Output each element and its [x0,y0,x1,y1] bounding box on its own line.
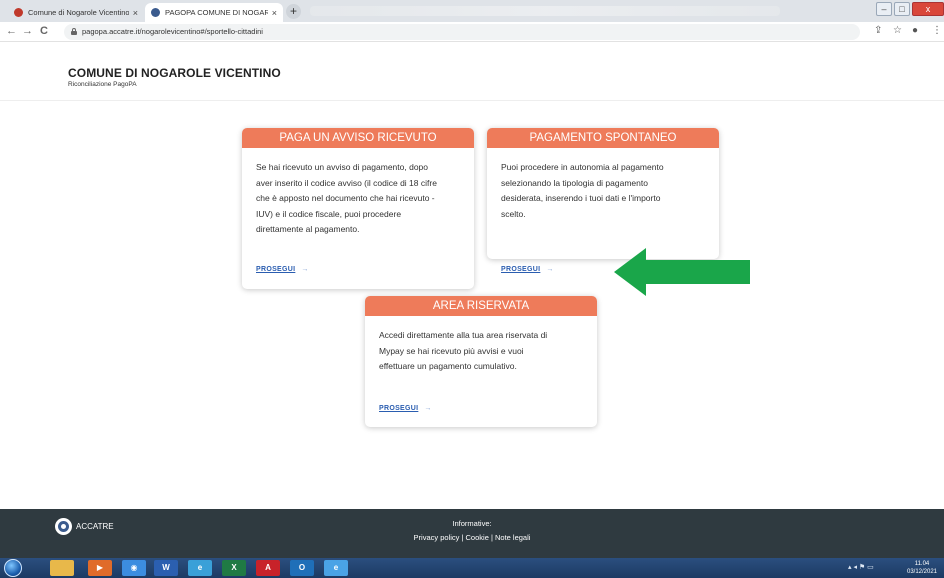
site-header: COMUNE DI NOGAROLE VICENTINO Riconciliaz… [0,43,944,101]
lock-icon[interactable] [71,28,77,35]
close-window-button[interactable]: x [912,2,944,16]
reload-icon[interactable]: C [40,25,48,37]
prosegui-label: PROSEGUI [501,266,541,273]
clock-date: 03/12/2021 [906,569,938,575]
browser-tab-bar: Comune di Nogarole Vicentino × PAGOPA CO… [0,0,944,22]
card-line: selezionando la tipologia di pagamento [501,177,648,188]
tab-close-icon[interactable]: × [272,8,277,18]
taskbar-word-icon[interactable]: W [154,560,178,576]
tab-favicon-icon [151,8,160,17]
arrow-right-icon: → [546,266,554,273]
page-subtitle: Riconciliazione PagoPA [68,81,137,88]
taskbar-chrome-icon[interactable]: ◉ [122,560,146,576]
card-title: PAGA UN AVVISO RICEVUTO [242,128,474,148]
taskbar: ▶ ◉ We X A Oe ▴ ◂ ⚑ ▭ 11.04 03/12/2021 [0,558,944,578]
profile-icon[interactable]: ● [912,25,918,36]
note-legali-link[interactable]: Note legali [495,533,530,542]
prosegui-label: PROSEGUI [379,405,419,412]
maximize-button[interactable]: □ [894,2,910,16]
card-description: Puoi procedere in autonomia al pagamento… [487,148,719,222]
start-button[interactable] [4,559,22,577]
blurred-bookmarks [310,6,780,16]
card-line: aver inserito il codice avviso (il codic… [256,177,437,188]
address-bar: ← → C pagopa.accatre.it/nogarolevicentin… [0,22,944,42]
new-tab-button[interactable]: + [286,4,301,19]
card-description: Accedi direttamente alla tua area riserv… [365,316,597,375]
taskbar-outlook-icon[interactable]: O [290,560,314,576]
taskbar-ie-icon[interactable]: e [188,560,212,576]
prosegui-link[interactable]: PROSEGUI → [379,405,432,412]
site-footer: ACCATRE Informative: Privacy policy | Co… [0,509,944,558]
arrow-right-icon: → [301,266,309,273]
taskbar-explorer-icon[interactable] [50,560,74,576]
taskbar-acrobat-icon[interactable]: A [256,560,280,576]
card-title: PAGAMENTO SPONTANEO [487,128,719,148]
card-line: Se hai ricevuto un avviso di pagamento, … [256,162,429,172]
back-icon[interactable]: ← [6,25,17,37]
menu-icon[interactable]: ⋮ [932,25,942,36]
page-title: COMUNE DI NOGAROLE VICENTINO [68,66,281,80]
system-tray-icons[interactable]: ▴ ◂ ⚑ ▭ [848,563,874,571]
card-line: Mypay se hai ricevuto più avvisi e vuoi [379,345,524,356]
green-arrow-icon [614,248,750,296]
share-icon[interactable]: ⇪ [874,25,882,36]
card-line: Accedi direttamente alla tua area riserv… [379,330,548,340]
tab-comune[interactable]: Comune di Nogarole Vicentino × [8,3,144,22]
minimize-button[interactable]: – [876,2,892,16]
card-title: AREA RISERVATA [365,296,597,316]
card-paga-avviso: PAGA UN AVVISO RICEVUTO Se hai ricevuto … [242,128,474,289]
card-line: direttamente al pagamento. [256,224,360,234]
card-description: Se hai ricevuto un avviso di pagamento, … [242,148,474,238]
tab-title: Comune di Nogarole Vicentino [28,8,129,17]
tab-title: PAGOPA COMUNE DI NOGAROL… [165,8,268,17]
privacy-policy-link[interactable]: Privacy policy [414,533,460,542]
arrow-right-icon: → [424,405,432,412]
clock-time: 11.04 [914,561,930,567]
star-icon[interactable]: ☆ [893,25,902,36]
prosegui-link[interactable]: PROSEGUI → [256,266,309,273]
card-line: che è apposto nel documento che hai rice… [256,193,435,203]
card-line: effettuare un pagamento cumulativo. [379,361,517,371]
taskbar-media-player-icon[interactable]: ▶ [88,560,112,576]
taskbar-clock[interactable]: 11.04 03/12/2021 [900,560,944,576]
taskbar-edge-icon[interactable]: e [324,560,348,576]
url-input[interactable]: pagopa.accatre.it/nogarolevicentino#/spo… [64,24,860,40]
prosegui-link[interactable]: PROSEGUI → [501,266,554,273]
footer-info-title: Informative: [452,519,492,528]
prosegui-label: PROSEGUI [256,266,296,273]
tab-close-icon[interactable]: × [133,8,138,18]
card-line: IUV) e il codice fiscale, puoi procedere [256,208,402,219]
url-text: pagopa.accatre.it/nogarolevicentino#/spo… [82,27,263,36]
taskbar-excel-icon[interactable]: X [222,560,246,576]
card-line: Puoi procedere in autonomia al pagamento [501,162,664,172]
footer-links: Privacy policy | Cookie | Note legali [0,533,944,542]
card-area-riservata: AREA RISERVATA Accedi direttamente alla … [365,296,597,427]
tab-favicon-icon [14,8,23,17]
cookie-link[interactable]: Cookie [466,533,489,542]
card-line: desiderata, inserendo i tuoi dati e l'im… [501,193,661,203]
forward-icon[interactable]: → [22,25,33,37]
card-line: scelto. [501,208,526,219]
card-pagamento-spontaneo: PAGAMENTO SPONTANEO Puoi procedere in au… [487,128,719,273]
tab-pagopa[interactable]: PAGOPA COMUNE DI NOGAROL… × [145,3,283,22]
